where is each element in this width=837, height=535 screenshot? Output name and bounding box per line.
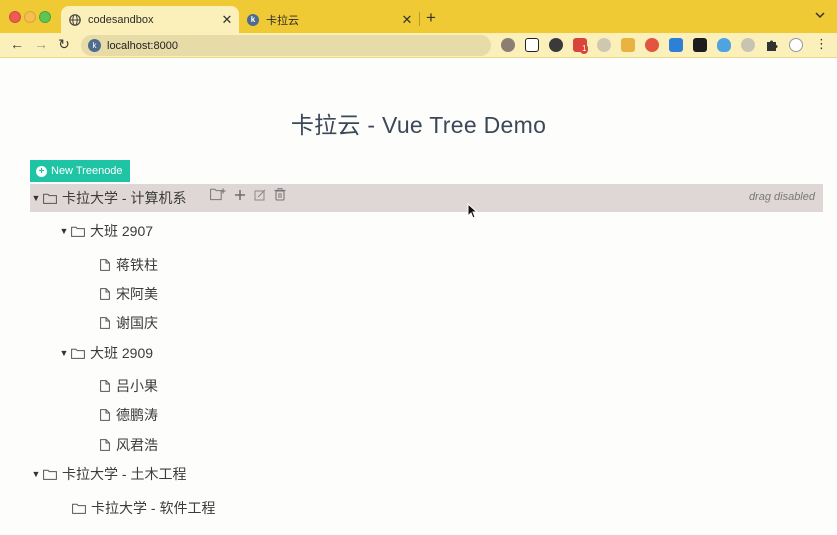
puzzle-icon[interactable]: [765, 38, 779, 52]
moon-icon[interactable]: [597, 38, 611, 52]
caret-down-icon[interactable]: ▼: [31, 193, 41, 203]
tree-node-computer-science[interactable]: ▼ 卡拉大学 - 计算机系: [31, 186, 187, 210]
dark-icon[interactable]: [693, 38, 707, 52]
reload-button[interactable]: ↻: [55, 36, 73, 53]
kalayun-icon: k: [247, 13, 259, 26]
mouse-cursor-icon: [467, 203, 478, 219]
drag-disabled-note: drag disabled: [748, 191, 815, 203]
folder-icon: [43, 193, 57, 204]
red-circle-icon[interactable]: [645, 38, 659, 52]
tree-node-label: 谢国庆: [116, 315, 158, 331]
file-icon: [100, 439, 110, 451]
screenshot-icon[interactable]: [669, 38, 683, 52]
window-close-button[interactable]: [9, 11, 21, 23]
folder-icon: [72, 503, 86, 514]
tree-node-label: 卡拉大学 - 计算机系: [62, 190, 187, 206]
plus-circle-icon: +: [36, 165, 47, 177]
tree-node-label: 大班 2907: [90, 223, 154, 239]
tree-node-class-2907[interactable]: ▼ 大班 2907: [59, 219, 154, 243]
folder-icon: [71, 348, 85, 359]
tree-node-leaf[interactable]: 德鹏涛: [100, 403, 158, 427]
tree-node-label: 卡拉大学 - 软件工程: [91, 500, 216, 516]
hedgehog-icon[interactable]: [501, 38, 515, 52]
site-info-icon[interactable]: k: [88, 39, 101, 52]
tree-node-leaf[interactable]: 宋阿美: [100, 282, 158, 306]
file-icon: [100, 317, 110, 329]
close-tab-icon[interactable]: ✕: [219, 12, 235, 28]
tab-strip: codesandbox ✕ k 卡拉云 ✕ +: [0, 0, 837, 33]
file-icon: [100, 380, 110, 392]
tree-node-leaf[interactable]: 蒋铁柱: [100, 253, 158, 277]
address-url: localhost:8000: [107, 39, 178, 52]
forward-button[interactable]: →: [32, 36, 50, 52]
tree-node-leaf[interactable]: 吕小果: [100, 374, 158, 398]
close-tab-icon[interactable]: ✕: [399, 12, 415, 28]
add-leaf-icon[interactable]: [234, 189, 246, 204]
tab-search-icon[interactable]: [815, 10, 825, 22]
address-bar[interactable]: k localhost:8000: [81, 35, 491, 56]
tree-node-label: 风君浩: [116, 437, 158, 453]
globe-icon: [69, 13, 81, 26]
tree-node-class-2909[interactable]: ▼ 大班 2909: [59, 341, 154, 365]
caret-down-icon[interactable]: ▼: [31, 469, 41, 479]
page-title: 卡拉云 - Vue Tree Demo: [290, 112, 547, 138]
tree-node-label: 蒋铁柱: [116, 257, 158, 273]
tree-node-leaf[interactable]: 谢国庆: [100, 311, 158, 335]
file-icon: [100, 409, 110, 421]
notes-icon[interactable]: [621, 38, 635, 52]
browser-toolbar: ← → ↻ k localhost:8000 1: [0, 33, 837, 58]
chat-icon[interactable]: [741, 38, 755, 52]
tab-divider: [419, 12, 420, 26]
window-maximize-button[interactable]: [39, 11, 51, 23]
shield-icon[interactable]: [717, 38, 731, 52]
folder-icon: [71, 226, 85, 237]
tree-node-civil-engineering[interactable]: ▼ 卡拉大学 - 土木工程: [31, 462, 187, 486]
new-treenode-button[interactable]: + New Treenode: [30, 160, 130, 182]
tree-node-leaf[interactable]: 风君浩: [100, 433, 158, 457]
window-minimize-button[interactable]: [24, 11, 36, 23]
mail-badge: 1: [580, 44, 589, 54]
notion-icon[interactable]: [525, 38, 539, 52]
browser-menu-button[interactable]: ⋮: [815, 37, 828, 51]
profile-icon[interactable]: [789, 38, 803, 52]
caret-down-icon[interactable]: ▼: [59, 226, 69, 236]
tree-node-label: 卡拉大学 - 土木工程: [62, 466, 187, 482]
file-icon: [100, 288, 110, 300]
add-folder-icon[interactable]: [210, 188, 226, 204]
translate-icon[interactable]: [549, 38, 563, 52]
tree-node-label: 宋阿美: [116, 286, 158, 302]
file-icon: [100, 259, 110, 271]
new-treenode-label: New Treenode: [51, 165, 123, 177]
tab-codesandbox[interactable]: codesandbox ✕: [61, 6, 239, 33]
tree-node-software-engineering[interactable]: 卡拉大学 - 软件工程: [70, 496, 215, 520]
caret-down-icon[interactable]: ▼: [59, 348, 69, 358]
delete-icon[interactable]: [274, 188, 286, 204]
edit-icon[interactable]: [254, 189, 266, 204]
node-operations: [210, 188, 286, 204]
folder-icon: [43, 469, 57, 480]
tree-node-label: 德鹏涛: [116, 407, 158, 423]
tab-title: 卡拉云: [266, 14, 299, 27]
back-button[interactable]: ←: [8, 36, 26, 52]
tab-kalayun[interactable]: k 卡拉云 ✕: [239, 6, 419, 33]
tab-title: codesandbox: [88, 13, 154, 26]
new-tab-button[interactable]: +: [426, 8, 436, 28]
tree-node-label: 大班 2909: [90, 345, 154, 361]
tree-node-label: 吕小果: [116, 378, 158, 394]
